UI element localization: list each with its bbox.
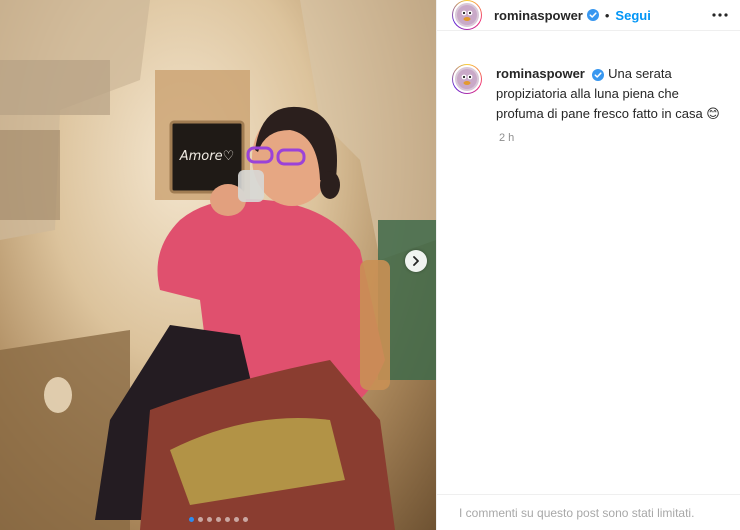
- caption: rominaspower Una serata propiziatoria al…: [437, 31, 740, 124]
- carousel-dot: [215, 517, 221, 522]
- caption-avatar[interactable]: [452, 64, 482, 94]
- verified-badge-icon: [592, 68, 605, 81]
- carousel-dot: [197, 517, 203, 522]
- verified-badge-icon: [586, 9, 599, 21]
- photo-scene: Amore♡: [0, 0, 436, 530]
- carousel-dot: [242, 517, 248, 522]
- follow-button[interactable]: Segui: [615, 8, 650, 23]
- comments-limited-notice: I commenti su questo post sono stati lim…: [437, 494, 740, 530]
- header-separator: •: [604, 7, 610, 23]
- more-options-button[interactable]: [712, 13, 728, 17]
- post-header: rominaspower • Segui: [437, 0, 740, 31]
- caption-username[interactable]: rominaspower: [496, 66, 585, 81]
- carousel-dot: [233, 517, 239, 522]
- author-username[interactable]: rominaspower: [494, 8, 583, 23]
- carousel-dot: [206, 517, 212, 522]
- chalkboard-text: Amore♡: [179, 149, 235, 164]
- caption-text: rominaspower Una serata propiziatoria al…: [496, 64, 725, 124]
- post-detail-panel: rominaspower • Segui rominaspower Una se…: [436, 0, 740, 530]
- carousel-next-button[interactable]: [405, 250, 427, 272]
- carousel-indicator: [0, 517, 436, 522]
- carousel-dot: [224, 517, 230, 522]
- carousel-dot: [188, 517, 194, 522]
- avatar-image: [457, 5, 477, 25]
- more-horizontal-icon: [712, 13, 728, 17]
- chevron-right-icon: [413, 256, 419, 266]
- post-image[interactable]: Amore♡: [0, 0, 436, 530]
- avatar[interactable]: [452, 0, 482, 30]
- avatar-image: [457, 69, 477, 89]
- post-timestamp[interactable]: 2 h: [499, 132, 740, 144]
